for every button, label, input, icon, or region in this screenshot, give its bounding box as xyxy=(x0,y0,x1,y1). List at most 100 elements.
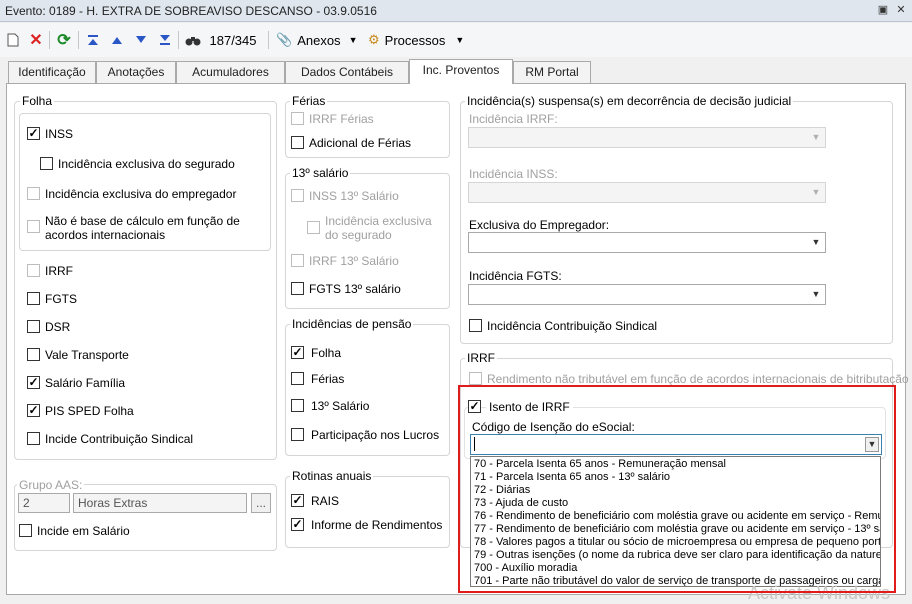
salario-familia-checkbox[interactable]: ✓ xyxy=(27,375,40,389)
vale-transporte-checkbox[interactable] xyxy=(27,348,40,361)
nao-base-calculo-label-line1: Não é base de cálculo em função de xyxy=(45,214,240,228)
fgts-label: FGTS xyxy=(45,292,77,306)
rotinas-anuais-title: Rotinas anuais xyxy=(290,469,374,483)
incidencia-exclusiva-segurado-label: Incidência exclusiva do segurado xyxy=(58,157,235,171)
grupo-aas-code-input[interactable]: 2 xyxy=(18,493,70,513)
fgts-13-checkbox[interactable] xyxy=(291,282,304,295)
inss-label: INSS xyxy=(45,127,74,141)
chevron-down-icon: ▼ xyxy=(811,132,821,142)
fgts-13-label: FGTS 13º salário xyxy=(309,282,401,296)
nao-tributavel-label: Rendimento não tributável em função de a… xyxy=(487,372,909,386)
list-item[interactable]: 76 - Rendimento de beneficiário com molé… xyxy=(474,510,880,522)
tab-acumuladores[interactable]: Acumuladores xyxy=(176,61,285,83)
toolbar-separator xyxy=(49,31,50,49)
inss-checkbox[interactable]: ✓ xyxy=(27,126,40,140)
isento-irrf-checkbox[interactable]: ✓ xyxy=(468,399,481,413)
pis-sped-folha-label: PIS SPED Folha xyxy=(45,404,134,418)
incidencia-exclusiva-segurado-checkbox[interactable] xyxy=(40,157,53,170)
grupo-aas-title: Grupo AAS: xyxy=(17,478,85,492)
processos-button[interactable]: ⚙ Processos ▼ xyxy=(368,30,468,50)
incidencia-exclusiva-13-checkbox[interactable] xyxy=(307,221,320,234)
adicional-ferias-checkbox[interactable] xyxy=(291,136,304,149)
incidencias-pensao-title: Incidências de pensão xyxy=(290,317,414,331)
list-item[interactable]: 70 - Parcela Isenta 65 anos - Remuneraçã… xyxy=(474,458,726,470)
informe-rendimentos-checkbox[interactable]: ✓ xyxy=(291,517,304,531)
exclusiva-empregador-select[interactable]: ▼ xyxy=(468,232,826,253)
chevron-down-icon: ▼ xyxy=(348,35,358,45)
refresh-icon[interactable]: ⟳ xyxy=(54,30,74,50)
list-item[interactable]: 78 - Valores pagos a titular ou sócio de… xyxy=(474,536,880,548)
tab-anotacoes[interactable]: Anotações xyxy=(96,61,176,83)
anexos-button[interactable]: 📎 Anexos ▼ xyxy=(276,30,360,50)
list-item[interactable]: 71 - Parcela Isenta 65 anos - 13º salári… xyxy=(474,471,670,483)
dsr-checkbox[interactable] xyxy=(27,320,40,333)
first-record-icon[interactable] xyxy=(84,30,102,50)
incidencia-fgts-select[interactable]: ▼ xyxy=(468,284,826,305)
previous-record-icon[interactable] xyxy=(108,30,126,50)
incidencia-contribuicao-sindical-label: Incidência Contribuição Sindical xyxy=(487,319,658,333)
codigo-isencao-label: Código de Isenção do eSocial: xyxy=(472,420,635,434)
binoculars-icon[interactable] xyxy=(184,30,202,50)
informe-rendimentos-label: Informe de Rendimentos xyxy=(311,518,443,532)
processos-label: Processos xyxy=(384,32,446,48)
new-icon[interactable] xyxy=(4,30,22,50)
pis-sped-folha-checkbox[interactable]: ✓ xyxy=(27,403,40,417)
incidencia-exclusiva-empregador-checkbox[interactable] xyxy=(27,187,40,200)
isento-irrf-label: Isento de IRRF xyxy=(486,400,573,414)
list-item[interactable]: 700 - Auxílio moradia xyxy=(474,562,577,574)
codigo-isencao-dropdown-list[interactable]: 70 - Parcela Isenta 65 anos - Remuneraçã… xyxy=(470,456,881,587)
close-icon[interactable]: ✕ xyxy=(894,3,908,17)
grupo-aas-description-input[interactable]: Horas Extras xyxy=(73,493,247,513)
incidencia-irrf-select[interactable]: ▼ xyxy=(468,127,826,148)
anexos-label: Anexos xyxy=(297,32,341,48)
pensao-participacao-lucros-label: Participação nos Lucros xyxy=(311,428,440,442)
pensao-decimo-checkbox[interactable] xyxy=(291,399,304,412)
last-record-icon[interactable] xyxy=(156,30,174,50)
incide-contribuicao-sindical-label: Incide Contribuição Sindical xyxy=(45,432,194,446)
irrf-label: IRRF xyxy=(45,264,73,278)
restore-icon[interactable]: ▣ xyxy=(876,3,890,17)
pensao-decimo-label: 13º Salário xyxy=(311,399,370,413)
nao-base-calculo-checkbox[interactable] xyxy=(27,220,40,233)
next-record-icon[interactable] xyxy=(132,30,150,50)
codigo-isencao-select[interactable]: ▼ xyxy=(470,434,882,455)
toolbar-separator xyxy=(268,31,269,49)
chevron-down-icon: ▼ xyxy=(865,437,879,452)
pensao-ferias-label: Férias xyxy=(311,372,345,386)
pensao-ferias-checkbox[interactable] xyxy=(291,372,304,385)
tab-identificacao[interactable]: Identificação xyxy=(8,61,96,83)
codigo-isencao-value xyxy=(474,437,477,451)
irrf-group-title: IRRF xyxy=(465,351,497,365)
list-item[interactable]: 77 - Rendimento de beneficiário com molé… xyxy=(474,523,880,535)
incidencia-contribuicao-sindical-checkbox[interactable] xyxy=(469,319,482,332)
inss-13-checkbox[interactable] xyxy=(291,189,304,202)
list-item[interactable]: 73 - Ajuda de custo xyxy=(474,497,568,509)
dsr-label: DSR xyxy=(45,320,71,334)
toolbar: ✕ ⟳ 187/345 📎 Anexos ▼ ⚙ Processos ▼ xyxy=(0,23,912,57)
toolbar-separator xyxy=(78,31,79,49)
grupo-aas-browse-button[interactable]: ... xyxy=(251,493,271,513)
incidencia-fgts-label: Incidência FGTS: xyxy=(469,269,562,283)
tab-rm-portal[interactable]: RM Portal xyxy=(513,61,591,83)
incidencia-inss-select[interactable]: ▼ xyxy=(468,182,826,203)
fgts-checkbox[interactable] xyxy=(27,292,40,305)
rais-checkbox[interactable]: ✓ xyxy=(291,493,304,507)
salario-familia-label: Salário Família xyxy=(45,376,126,390)
list-item[interactable]: 79 - Outras isenções (o nome da rubrica … xyxy=(474,549,880,561)
chevron-down-icon: ▼ xyxy=(811,187,821,197)
delete-icon[interactable]: ✕ xyxy=(27,30,45,50)
incidencia-exclusiva-13-label-line2: do segurado xyxy=(325,228,392,242)
pensao-folha-checkbox[interactable]: ✓ xyxy=(291,345,304,359)
irrf-13-checkbox[interactable] xyxy=(291,254,304,267)
nao-tributavel-checkbox[interactable] xyxy=(469,372,482,385)
incide-em-salario-checkbox[interactable] xyxy=(19,524,32,537)
incidencia-exclusiva-13-label-line1: Incidência exclusiva xyxy=(325,214,432,228)
incide-contribuicao-sindical-checkbox[interactable] xyxy=(27,432,40,445)
irrf-ferias-checkbox[interactable] xyxy=(291,112,304,125)
tab-inc-proventos[interactable]: Inc. Proventos xyxy=(409,59,513,84)
irrf-checkbox[interactable] xyxy=(27,264,40,277)
tab-dados-contabeis[interactable]: Dados Contábeis xyxy=(285,61,409,83)
list-item[interactable]: 72 - Diárias xyxy=(474,484,530,496)
pensao-participacao-lucros-checkbox[interactable] xyxy=(291,428,304,441)
irrf-13-label: IRRF 13º Salário xyxy=(309,254,399,268)
